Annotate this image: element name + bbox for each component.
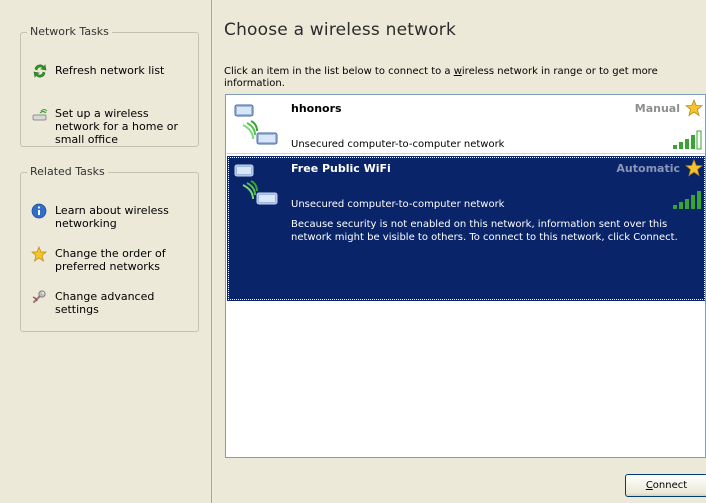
refresh-network-list-label: Refresh network list xyxy=(55,64,165,77)
setup-wireless-network-label: Set up a wireless network for a home or … xyxy=(55,107,178,146)
task-pane: Network Tasks Refresh network list Set u… xyxy=(0,0,212,503)
setup-wireless-network-task[interactable]: Set up a wireless network for a home or … xyxy=(31,106,194,146)
network-item-hhonors[interactable]: hhonors Manual Unsecured computer-to-com… xyxy=(227,96,705,154)
description-accel-key: w xyxy=(453,66,462,77)
network-name: hhonors xyxy=(291,102,342,115)
description-text-1: Click an item in the list below to conne… xyxy=(224,66,454,77)
network-connection-mode: Manual xyxy=(634,102,680,115)
learn-wireless-label: Learn about wireless networking xyxy=(55,204,169,230)
connect-button[interactable]: Connect xyxy=(625,474,706,497)
change-order-task[interactable]: Change the order of preferred networks xyxy=(31,246,194,273)
refresh-icon xyxy=(33,64,47,78)
connect-accel-key: C xyxy=(645,480,653,491)
network-security: Unsecured computer-to-computer network xyxy=(291,139,505,150)
settings-icon xyxy=(32,290,46,304)
star-icon xyxy=(31,246,47,262)
network-item-free-public-wifi[interactable]: Free Public WiFi Automatic Unsecured com… xyxy=(227,156,705,301)
preferred-network-star-icon xyxy=(685,159,703,177)
related-tasks-group: Related Tasks Learn about wireless netwo… xyxy=(20,165,199,332)
change-advanced-settings-task[interactable]: Change advanced settings xyxy=(31,289,194,316)
learn-wireless-task[interactable]: Learn about wireless networking xyxy=(31,203,194,230)
wireless-network-icon xyxy=(234,164,278,205)
signal-strength-icon xyxy=(673,130,702,150)
network-name: Free Public WiFi xyxy=(291,162,391,175)
wireless-network-list[interactable]: hhonors Manual Unsecured computer-to-com… xyxy=(225,94,706,458)
connect-label: onnect xyxy=(652,480,688,491)
network-tasks-group: Network Tasks Refresh network list Set u… xyxy=(20,25,199,147)
network-security: Unsecured computer-to-computer network xyxy=(291,199,505,210)
network-security-warning: Because security is not enabled on this … xyxy=(291,219,678,243)
change-order-label: Change the order of preferred networks xyxy=(55,247,166,273)
preferred-network-star-icon xyxy=(685,99,703,117)
network-connection-mode: Automatic xyxy=(616,162,680,175)
wireless-network-icon xyxy=(234,104,278,145)
signal-strength-icon xyxy=(673,191,701,209)
network-tasks-title: Network Tasks xyxy=(27,25,112,38)
refresh-network-list-task[interactable]: Refresh network list xyxy=(31,63,194,79)
change-advanced-settings-label: Change advanced settings xyxy=(55,290,155,316)
wireless-setup-icon xyxy=(32,109,48,121)
main-pane: Choose a wireless network Click an item … xyxy=(213,0,706,503)
page-title: Choose a wireless network xyxy=(224,20,457,40)
related-tasks-title: Related Tasks xyxy=(27,165,108,178)
info-icon xyxy=(31,203,47,219)
page-description: Click an item in the list below to conne… xyxy=(224,66,694,90)
